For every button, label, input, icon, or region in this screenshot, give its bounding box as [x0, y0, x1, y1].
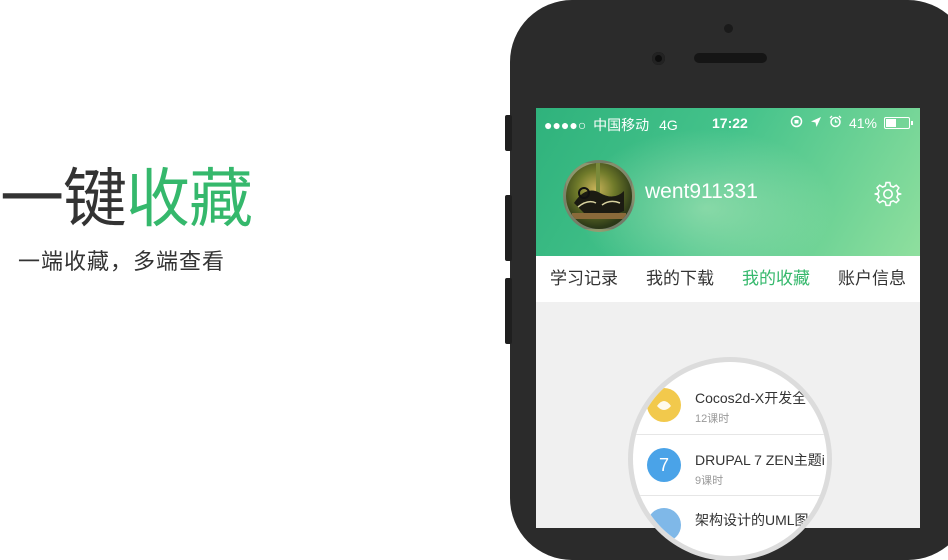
tab-study-record[interactable]: 学习记录: [536, 256, 632, 302]
status-bar: ●●●●○ 中国移动 4G 17:22 41%: [536, 108, 920, 138]
tab-my-favorites[interactable]: 我的收藏: [728, 256, 824, 302]
status-left: ●●●●○ 中国移动 4G: [544, 115, 678, 135]
headline-plain: 一键: [0, 163, 127, 237]
course-title: DRUPAL 7 ZEN主题i: [695, 452, 825, 468]
drupal-course-icon: 7: [647, 448, 681, 482]
carrier-name: 中国移动: [593, 117, 650, 133]
earpiece-speaker: [694, 53, 767, 63]
uml-course-icon: [647, 508, 681, 542]
gear-icon[interactable]: [874, 180, 902, 208]
alarm-icon: [829, 115, 842, 131]
tab-my-downloads[interactable]: 我的下载: [632, 256, 728, 302]
status-right: 41%: [790, 115, 913, 131]
location-icon: [810, 115, 822, 131]
username: went911331: [645, 180, 758, 203]
course-title: Cocos2d-X开发全: [695, 390, 807, 406]
status-time: 17:22: [712, 115, 748, 131]
course-lessons: 9课时: [695, 475, 724, 487]
list-item[interactable]: Cocos2d-X开发全 12课时: [633, 374, 827, 435]
signal-strength: ●●●●○: [544, 117, 587, 133]
list-item[interactable]: 架构设计的UML图: [633, 496, 827, 556]
mute-switch: [505, 115, 512, 151]
list-item[interactable]: 7 DRUPAL 7 ZEN主题i 9课时: [633, 435, 827, 496]
rotation-lock-icon: [790, 115, 803, 131]
battery-percent: 41%: [848, 115, 877, 131]
tab-account-info[interactable]: 账户信息: [824, 256, 920, 302]
promo-headline: 一键收藏: [0, 160, 253, 240]
battery-icon: [884, 117, 913, 129]
cocos-course-icon: [647, 388, 681, 422]
volume-down-button: [505, 278, 512, 344]
course-title: 架构设计的UML图: [695, 512, 809, 528]
drupal-icon-glyph: 7: [658, 455, 669, 475]
proximity-sensor: [724, 24, 733, 33]
headline-accent: 收藏: [126, 163, 253, 237]
magnifier-lens: Cocos2d-X开发全 12课时 7 DRUPAL 7 ZEN主题i 9课时 …: [633, 362, 827, 556]
promo-subline: 一端收藏，多端查看: [18, 250, 226, 275]
network-type: 4G: [659, 117, 678, 133]
avatar[interactable]: [563, 160, 635, 232]
volume-up-button: [505, 195, 512, 261]
front-camera: [652, 52, 665, 65]
tab-bar: 学习记录 我的下载 我的收藏 账户信息: [536, 256, 920, 302]
course-lessons: 12课时: [695, 413, 730, 425]
